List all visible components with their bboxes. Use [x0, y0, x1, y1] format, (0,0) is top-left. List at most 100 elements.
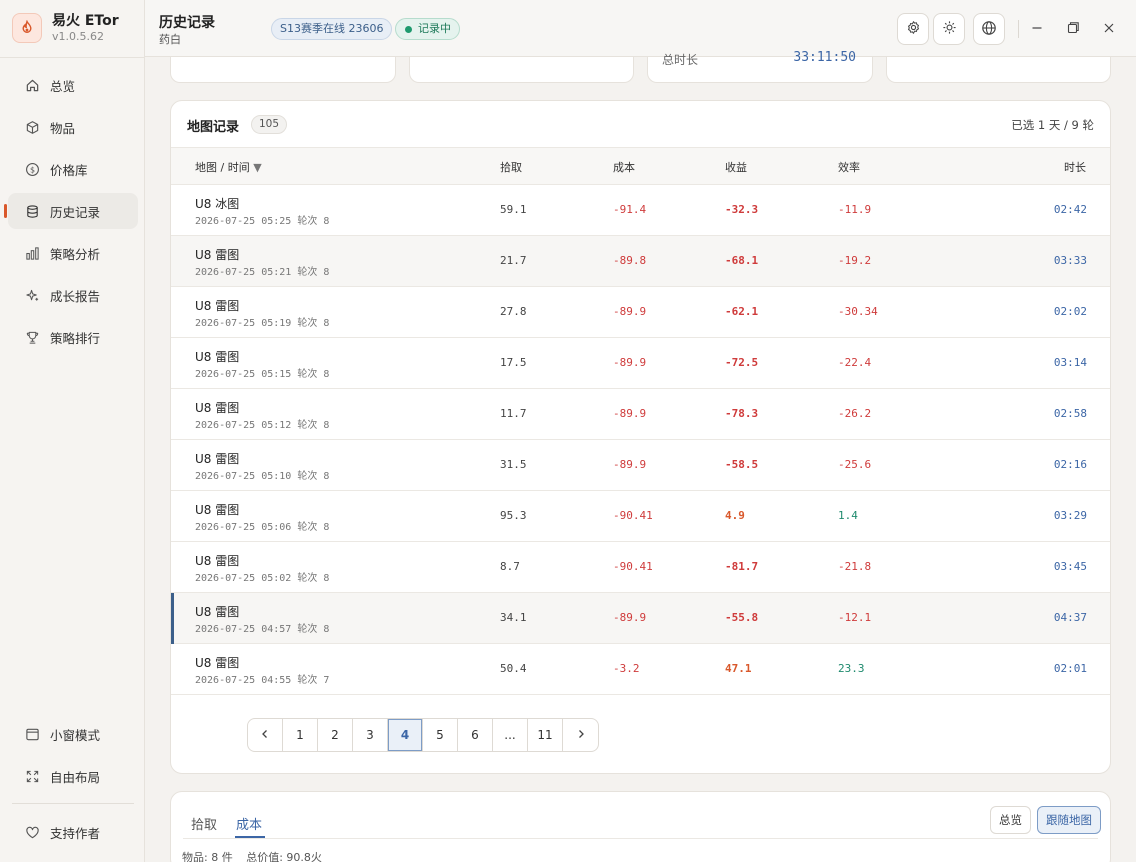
sidebar-item-free-layout[interactable]: 自由布局 [8, 758, 138, 794]
column-header-efficiency[interactable]: 效率 [838, 159, 860, 175]
page-button[interactable]: 1 [283, 719, 318, 751]
map-time: 2026-07-25 05:19 轮次 8 [195, 318, 330, 329]
summary-card-total-duration: 总时长 33:11:50 [647, 50, 873, 83]
duration-value: 02:58 [1053, 407, 1087, 420]
settings-button[interactable] [897, 13, 929, 45]
efficiency-value: -22.4 [838, 356, 872, 369]
page-next-button[interactable] [563, 719, 598, 751]
table-header: 地图 / 时间 ▼ 拾取 成本 收益 效率 时长 [171, 147, 1110, 185]
theme-toggle-button[interactable] [933, 13, 965, 45]
page-prev-button[interactable] [248, 719, 283, 751]
sidebar-item-price-db[interactable]: $ 价格库 [8, 151, 138, 187]
income-value: -68.1 [725, 254, 759, 267]
efficiency-value: -11.9 [838, 203, 872, 216]
income-value: -72.5 [725, 356, 759, 369]
table-row[interactable]: U8 雷图 2026-07-25 05:12 轮次 8 11.7 -89.9 -… [171, 389, 1110, 440]
map-time: 2026-07-25 05:12 轮次 8 [195, 420, 330, 431]
column-header-duration[interactable]: 时长 [1064, 159, 1086, 175]
column-header-map-time[interactable]: 地图 / 时间 ▼ [195, 159, 262, 175]
sidebar-item-support[interactable]: 支持作者 [8, 814, 138, 850]
expand-icon [24, 768, 40, 784]
column-header-income[interactable]: 收益 [725, 159, 747, 175]
page-button[interactable]: 2 [318, 719, 353, 751]
page-button[interactable]: 3 [353, 719, 388, 751]
cost-value: -89.9 [613, 458, 647, 471]
cube-icon [24, 119, 40, 135]
duration-value: 02:02 [1053, 305, 1087, 318]
tab-cost[interactable]: 成本 [236, 814, 262, 833]
efficiency-value: -12.1 [838, 611, 872, 624]
pick-value: 34.1 [500, 611, 527, 624]
item-detail-panel: 拾取 成本 总览 跟随地图 物品: 8 件 总价值: 90.8火 [170, 791, 1111, 862]
page-button-current[interactable]: 4 [388, 719, 423, 751]
table-row[interactable]: U8 冰图 2026-07-25 05:25 轮次 8 59.1 -91.4 -… [171, 185, 1110, 236]
cost-value: -89.9 [613, 356, 647, 369]
sidebar-item-label: 支持作者 [50, 825, 101, 841]
map-time: 2026-07-25 05:21 轮次 8 [195, 267, 330, 278]
map-name: U8 雷图 [195, 452, 240, 466]
column-header-pick[interactable]: 拾取 [500, 159, 522, 175]
efficiency-value: -30.34 [838, 305, 878, 318]
minimize-button[interactable] [1025, 17, 1049, 41]
maximize-button[interactable] [1061, 17, 1085, 41]
divider [12, 803, 134, 804]
sidebar-item-label: 成长报告 [50, 288, 101, 304]
map-name: U8 雷图 [195, 656, 240, 670]
income-value: -62.1 [725, 305, 759, 318]
table-row[interactable]: U8 雷图 2026-07-25 05:21 轮次 8 21.7 -89.8 -… [171, 236, 1110, 287]
page-button[interactable]: 5 [423, 719, 458, 751]
income-value: 4.9 [725, 509, 745, 522]
cost-value: -90.41 [613, 509, 653, 522]
sidebar-item-ranking[interactable]: 策略排行 [8, 319, 138, 355]
svg-text:$: $ [29, 165, 34, 174]
table-row[interactable]: U8 雷图 2026-07-25 05:10 轮次 8 31.5 -89.9 -… [171, 440, 1110, 491]
overview-button[interactable]: 总览 [990, 806, 1031, 834]
minimize-icon [1031, 22, 1043, 37]
sidebar-item-mini-window[interactable]: 小窗模式 [8, 716, 138, 752]
map-name: U8 雷图 [195, 554, 240, 568]
page-title: 历史记录 [159, 15, 215, 31]
chevron-right-icon [576, 728, 586, 742]
cost-value: -89.9 [613, 407, 647, 420]
recording-badge: 记录中 [395, 18, 460, 40]
table-row[interactable]: U8 雷图 2026-07-25 05:02 轮次 8 8.7 -90.41 -… [171, 542, 1110, 593]
efficiency-value: 23.3 [838, 662, 865, 675]
sidebar-item-label: 物品 [50, 120, 76, 136]
sidebar-item-overview[interactable]: 总览 [8, 67, 138, 103]
language-button[interactable] [973, 13, 1005, 45]
table-row[interactable]: U8 雷图 2026-07-25 05:15 轮次 8 17.5 -89.9 -… [171, 338, 1110, 389]
table-row[interactable]: U8 雷图 2026-07-25 05:06 轮次 8 95.3 -90.41 … [171, 491, 1110, 542]
globe-icon [981, 20, 997, 39]
summary-value: 33:11:50 [793, 50, 856, 65]
page-button[interactable]: 6 [458, 719, 493, 751]
sidebar-item-growth[interactable]: 成长报告 [8, 277, 138, 313]
pick-value: 59.1 [500, 203, 527, 216]
season-online-badge: S13赛季在线 23606 [271, 18, 393, 40]
follow-map-button[interactable]: 跟随地图 [1037, 806, 1101, 834]
sidebar-item-strategy[interactable]: 策略分析 [8, 235, 138, 271]
cost-value: -90.41 [613, 560, 653, 573]
app-version: v1.0.5.62 [52, 30, 104, 43]
map-records-card: 地图记录 105 已选 1 天 / 9 轮 地图 / 时间 ▼ 拾取 成本 收益… [170, 100, 1111, 774]
table-row[interactable]: U8 雷图 2026-07-25 05:19 轮次 8 27.8 -89.9 -… [171, 287, 1110, 338]
close-button[interactable] [1097, 17, 1121, 41]
top-bar: 历史记录 药白 S13赛季在线 23606 记录中 [145, 0, 1136, 57]
page-ellipsis[interactable]: ... [493, 719, 528, 751]
map-time: 2026-07-25 05:02 轮次 8 [195, 573, 330, 584]
sidebar-item-items[interactable]: 物品 [8, 109, 138, 145]
page-button[interactable]: 11 [528, 719, 563, 751]
bar-chart-icon [24, 245, 40, 261]
table-body: U8 冰图 2026-07-25 05:25 轮次 8 59.1 -91.4 -… [171, 185, 1110, 695]
pick-value: 21.7 [500, 254, 527, 267]
sidebar-item-history[interactable]: 历史记录 [4, 193, 138, 229]
recording-dot-icon [405, 26, 412, 33]
map-name: U8 雷图 [195, 503, 240, 517]
table-row-selected[interactable]: U8 雷图 2026-07-25 04:57 轮次 8 34.1 -89.9 -… [171, 593, 1110, 644]
duration-value: 02:42 [1053, 203, 1087, 216]
income-value: -78.3 [725, 407, 759, 420]
tab-pick[interactable]: 拾取 [191, 814, 217, 833]
duration-value: 04:37 [1053, 611, 1087, 624]
pick-value: 8.7 [500, 560, 520, 573]
table-row[interactable]: U8 雷图 2026-07-25 04:55 轮次 7 50.4 -3.2 47… [171, 644, 1110, 695]
column-header-cost[interactable]: 成本 [613, 159, 635, 175]
